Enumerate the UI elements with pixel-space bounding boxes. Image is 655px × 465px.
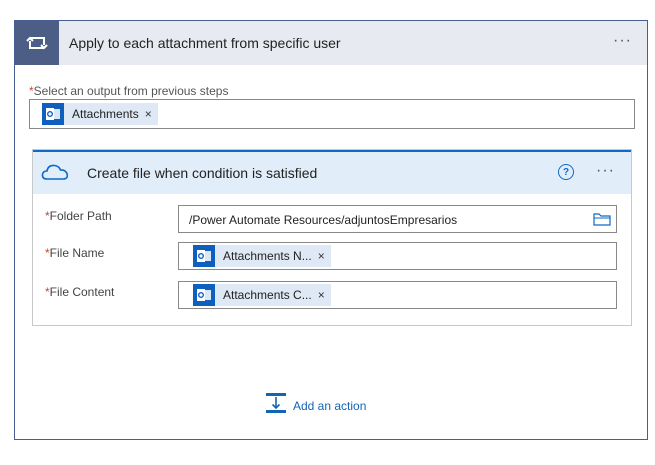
- folder-path-input[interactable]: /Power Automate Resources/adjuntosEmpres…: [178, 205, 617, 233]
- outlook-icon: [193, 284, 215, 306]
- attachments-name-token[interactable]: Attachments N... ×: [193, 245, 331, 267]
- remove-token-button[interactable]: ×: [145, 107, 158, 121]
- file-content-label: *File Content: [45, 285, 114, 299]
- outlook-icon: [42, 103, 64, 125]
- loop-more-menu[interactable]: ···: [613, 32, 632, 50]
- select-output-field[interactable]: Attachments ×: [29, 99, 635, 129]
- add-action-icon: [265, 392, 287, 419]
- file-name-input[interactable]: Attachments N... ×: [178, 242, 617, 270]
- add-action-button[interactable]: Add an action: [265, 392, 366, 419]
- help-glyph: ?: [562, 166, 570, 178]
- remove-token-button[interactable]: ×: [318, 249, 331, 263]
- loop-icon: [15, 21, 59, 65]
- add-action-label: Add an action: [293, 398, 367, 413]
- file-content-label-text: File Content: [49, 285, 115, 299]
- loop-title: Apply to each attachment from specific u…: [69, 35, 341, 51]
- token-label: Attachments: [72, 107, 139, 121]
- onedrive-icon: [41, 163, 69, 188]
- create-file-card: Create file when condition is satisfied …: [32, 149, 632, 326]
- file-name-label-text: File Name: [49, 246, 105, 260]
- apply-to-each-header[interactable]: Apply to each attachment from specific u…: [15, 21, 647, 65]
- help-icon[interactable]: ?: [558, 164, 574, 180]
- attachments-content-token[interactable]: Attachments C... ×: [193, 284, 331, 306]
- folder-path-label: *Folder Path: [45, 209, 112, 223]
- create-file-header[interactable]: Create file when condition is satisfied …: [33, 150, 631, 194]
- attachments-token[interactable]: Attachments ×: [42, 103, 158, 125]
- create-file-more-menu[interactable]: ···: [596, 162, 615, 180]
- select-output-label: *Select an output from previous steps: [29, 84, 228, 98]
- create-file-title: Create file when condition is satisfied: [87, 165, 318, 181]
- select-output-label-text: Select an output from previous steps: [33, 84, 229, 98]
- token-label: Attachments N...: [223, 249, 312, 263]
- token-label: Attachments C...: [223, 288, 312, 302]
- folder-icon[interactable]: [593, 212, 611, 231]
- remove-token-button[interactable]: ×: [318, 288, 331, 302]
- folder-path-value: /Power Automate Resources/adjuntosEmpres…: [189, 213, 458, 227]
- file-name-label: *File Name: [45, 246, 104, 260]
- file-content-input[interactable]: Attachments C... ×: [178, 281, 617, 309]
- apply-to-each-card: Apply to each attachment from specific u…: [14, 20, 648, 440]
- outlook-icon: [193, 245, 215, 267]
- folder-path-label-text: Folder Path: [49, 209, 112, 223]
